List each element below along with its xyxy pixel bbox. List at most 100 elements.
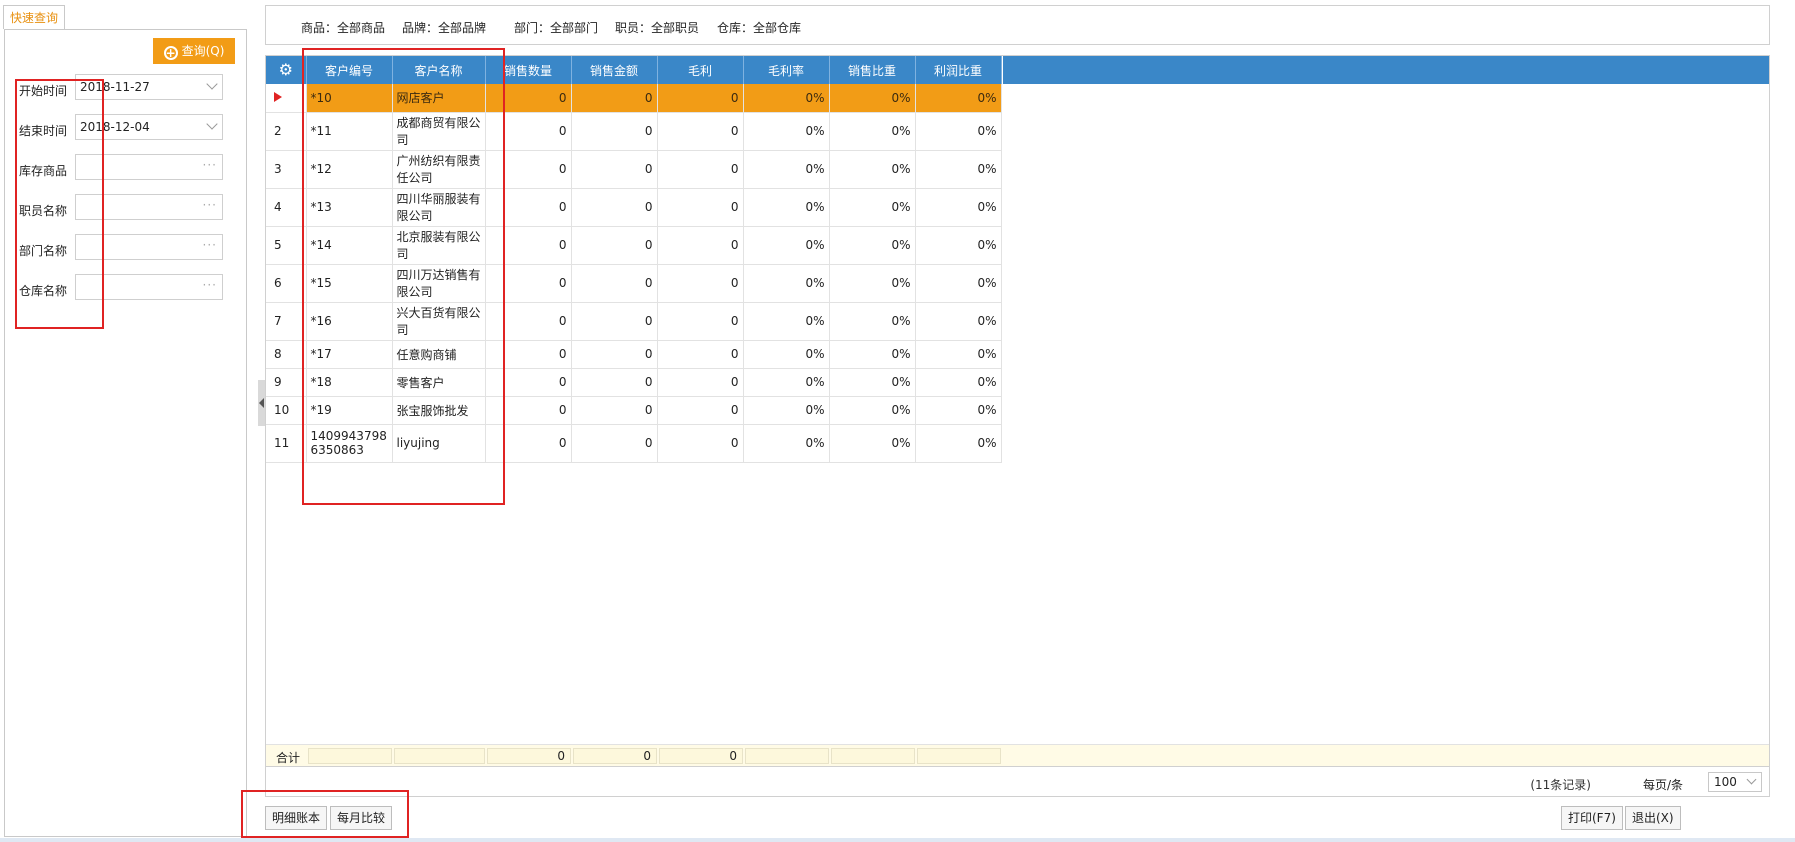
monthly-compare-button[interactable]: 每月比较	[330, 806, 393, 830]
cell-code[interactable]: *16	[306, 302, 393, 341]
cell-margin[interactable]: 0%	[743, 84, 830, 113]
cell-name[interactable]: 四川万达销售有限公司	[392, 264, 486, 303]
cell-qty[interactable]: 0	[485, 396, 572, 425]
cell-code[interactable]: *14	[306, 226, 393, 265]
cell-code[interactable]: *15	[306, 264, 393, 303]
cell-margin[interactable]: 0%	[743, 226, 830, 265]
end-time-field[interactable]: 2018-12-04	[75, 114, 223, 140]
table-row[interactable]: 8 *17 任意购商铺 0 0 0 0% 0% 0%	[266, 340, 1002, 369]
cell-sales-share[interactable]: 0%	[829, 226, 916, 265]
cell-qty[interactable]: 0	[485, 84, 572, 113]
cell-code[interactable]: *13	[306, 188, 393, 227]
cell-margin[interactable]: 0%	[743, 150, 830, 189]
ellipsis-icon[interactable]: ···	[203, 153, 217, 177]
cell-qty[interactable]: 0	[485, 188, 572, 227]
cell-margin[interactable]: 0%	[743, 368, 830, 397]
cell-code[interactable]: *18	[306, 368, 393, 397]
cell-sales-share[interactable]: 0%	[829, 368, 916, 397]
cell-name[interactable]: 零售客户	[392, 368, 486, 397]
cell-profit-share[interactable]: 0%	[915, 188, 1002, 227]
column-header[interactable]: 毛利率	[743, 56, 830, 84]
tab-quick-query[interactable]: 快速查询	[3, 5, 66, 29]
cell-margin[interactable]: 0%	[743, 188, 830, 227]
cell-margin[interactable]: 0%	[743, 112, 830, 151]
cell-name[interactable]: 任意购商铺	[392, 340, 486, 369]
department-field[interactable]: ···	[75, 234, 223, 260]
column-header[interactable]: 利润比重	[915, 56, 1002, 84]
cell-profit-share[interactable]: 0%	[915, 84, 1002, 113]
cell-qty[interactable]: 0	[485, 424, 572, 463]
cell-sales-share[interactable]: 0%	[829, 150, 916, 189]
cell-profit[interactable]: 0	[657, 424, 744, 463]
cell-profit[interactable]: 0	[657, 226, 744, 265]
cell-name[interactable]: 张宝服饰批发	[392, 396, 486, 425]
column-header[interactable]: 客户名称	[392, 56, 486, 84]
cell-amount[interactable]: 0	[571, 396, 658, 425]
cell-qty[interactable]: 0	[485, 368, 572, 397]
cell-sales-share[interactable]: 0%	[829, 84, 916, 113]
column-header[interactable]: 客户编号	[306, 56, 393, 84]
chevron-down-icon[interactable]	[1746, 774, 1757, 785]
cell-amount[interactable]: 0	[571, 340, 658, 369]
table-row[interactable]: *10 网店客户 0 0 0 0% 0% 0%	[266, 84, 1002, 113]
cell-profit-share[interactable]: 0%	[915, 264, 1002, 303]
table-row[interactable]: 5 *14 北京服装有限公司 0 0 0 0% 0% 0%	[266, 226, 1002, 265]
column-header[interactable]: 毛利	[657, 56, 744, 84]
cell-qty[interactable]: 0	[485, 340, 572, 369]
product-field[interactable]: ···	[75, 154, 223, 180]
table-row[interactable]: 3 *12 广州纺织有限责任公司 0 0 0 0% 0% 0%	[266, 150, 1002, 189]
ellipsis-icon[interactable]: ···	[203, 233, 217, 257]
cell-margin[interactable]: 0%	[743, 302, 830, 341]
cell-amount[interactable]: 0	[571, 226, 658, 265]
cell-amount[interactable]: 0	[571, 302, 658, 341]
chevron-down-icon[interactable]	[206, 118, 218, 130]
cell-profit[interactable]: 0	[657, 302, 744, 341]
column-header[interactable]: 销售比重	[829, 56, 916, 84]
cell-profit-share[interactable]: 0%	[915, 368, 1002, 397]
cell-name[interactable]: 兴大百货有限公司	[392, 302, 486, 341]
cell-profit-share[interactable]: 0%	[915, 112, 1002, 151]
cell-sales-share[interactable]: 0%	[829, 340, 916, 369]
cell-amount[interactable]: 0	[571, 424, 658, 463]
print-button[interactable]: 打印(F7)	[1561, 806, 1623, 830]
cell-amount[interactable]: 0	[571, 368, 658, 397]
gear-icon[interactable]: ⚙	[279, 62, 293, 78]
cell-qty[interactable]: 0	[485, 264, 572, 303]
staff-field[interactable]: ···	[75, 194, 223, 220]
column-header[interactable]: 销售金额	[571, 56, 658, 84]
cell-name[interactable]: 成都商贸有限公司	[392, 112, 486, 151]
table-row[interactable]: 11 14099437986350863 liyujing 0 0 0 0% 0% 0%	[266, 424, 1002, 463]
start-time-field[interactable]: 2018-11-27	[75, 74, 223, 100]
cell-qty[interactable]: 0	[485, 112, 572, 151]
cell-code[interactable]: 14099437986350863	[306, 424, 393, 463]
cell-code[interactable]: *19	[306, 396, 393, 425]
cell-margin[interactable]: 0%	[743, 424, 830, 463]
cell-qty[interactable]: 0	[485, 150, 572, 189]
cell-amount[interactable]: 0	[571, 188, 658, 227]
cell-sales-share[interactable]: 0%	[829, 264, 916, 303]
cell-margin[interactable]: 0%	[743, 264, 830, 303]
cell-name[interactable]: 网店客户	[392, 84, 486, 113]
table-row[interactable]: 7 *16 兴大百货有限公司 0 0 0 0% 0% 0%	[266, 302, 1002, 341]
ellipsis-icon[interactable]: ···	[203, 193, 217, 217]
cell-profit-share[interactable]: 0%	[915, 424, 1002, 463]
cell-profit-share[interactable]: 0%	[915, 340, 1002, 369]
detail-ledger-button[interactable]: 明细账本	[265, 806, 328, 830]
exit-button[interactable]: 退出(X)	[1625, 806, 1681, 830]
query-button[interactable]: + 查询(Q)	[153, 38, 235, 64]
column-header[interactable]: 销售数量	[485, 56, 572, 84]
cell-sales-share[interactable]: 0%	[829, 396, 916, 425]
cell-profit-share[interactable]: 0%	[915, 150, 1002, 189]
cell-amount[interactable]: 0	[571, 84, 658, 113]
cell-name[interactable]: 北京服装有限公司	[392, 226, 486, 265]
cell-sales-share[interactable]: 0%	[829, 424, 916, 463]
cell-sales-share[interactable]: 0%	[829, 302, 916, 341]
cell-profit[interactable]: 0	[657, 396, 744, 425]
cell-profit[interactable]: 0	[657, 188, 744, 227]
cell-profit-share[interactable]: 0%	[915, 226, 1002, 265]
cell-sales-share[interactable]: 0%	[829, 188, 916, 227]
cell-sales-share[interactable]: 0%	[829, 112, 916, 151]
cell-name[interactable]: 四川华丽服装有限公司	[392, 188, 486, 227]
ellipsis-icon[interactable]: ···	[203, 273, 217, 297]
cell-margin[interactable]: 0%	[743, 396, 830, 425]
